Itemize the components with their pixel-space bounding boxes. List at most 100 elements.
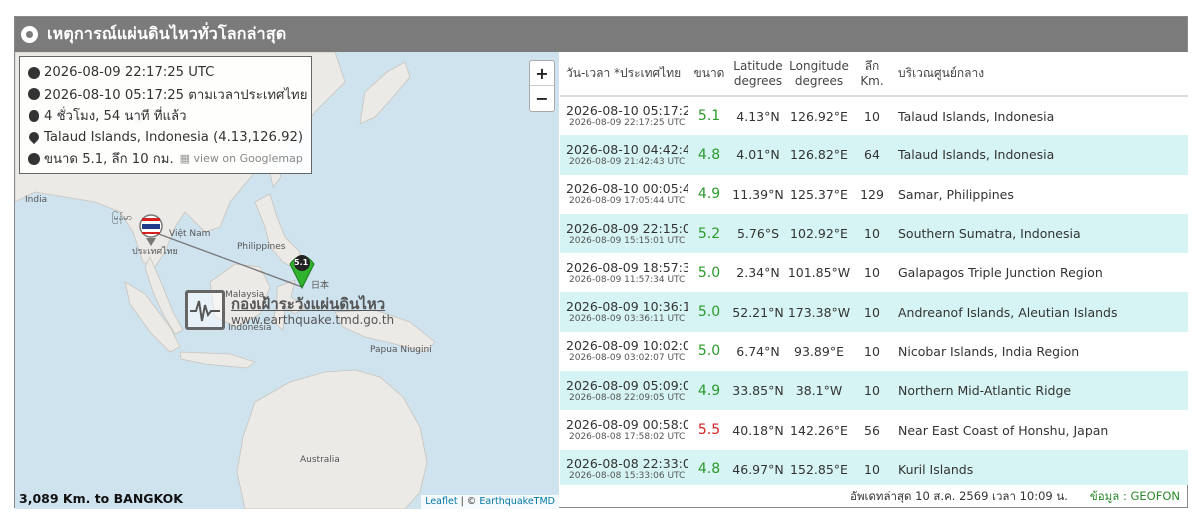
table-row[interactable]: 2026-08-09 05:09:05 2026-08-08 22:09:05 U…: [560, 371, 1188, 411]
table-row[interactable]: 2026-08-10 04:42:43 2026-08-09 21:42:43 U…: [560, 135, 1188, 175]
col-header-depth-line1: ลึก: [864, 58, 880, 73]
cell-time: 2026-08-09 10:36:11 2026-08-09 03:36:11 U…: [560, 292, 688, 332]
map-label-india: India: [25, 195, 48, 205]
cell-longitude: 38.1°W: [786, 371, 852, 411]
cell-region: Near East Coast of Honshu, Japan: [892, 410, 1188, 450]
cell-region: Talaud Islands, Indonesia: [892, 96, 1188, 136]
leaflet-link[interactable]: Leaflet: [425, 496, 457, 507]
info-location-row: Talaud Islands, Indonesia (4.13,126.92): [26, 127, 304, 149]
distance-to-bangkok: 3,089 Km. to BANGKOK: [19, 491, 183, 506]
table-row[interactable]: 2026-08-09 00:58:02 2026-08-08 17:58:02 U…: [560, 410, 1188, 450]
cell-region: Andreanof Islands, Aleutian Islands: [892, 292, 1188, 332]
cell-latitude: 33.85°N: [730, 371, 786, 411]
cell-longitude: 126.92°E: [786, 96, 852, 136]
panel-header: เหตุการณ์แผ่นดินไหวทั่วโลกล่าสุด: [15, 17, 1187, 52]
clock-icon: [28, 88, 40, 101]
cell-latitude: 46.97°N: [730, 449, 786, 485]
cell-longitude: 173.38°W: [786, 292, 852, 332]
cell-latitude: 40.18°N: [730, 410, 786, 450]
cell-latitude: 6.74°N: [730, 331, 786, 372]
cell-local-time: 2026-08-08 22:33:06: [566, 456, 688, 472]
cell-time: 2026-08-10 00:05:44 2026-08-09 17:05:44 U…: [560, 174, 688, 214]
col-header-lat: Latitude degrees: [730, 52, 786, 97]
panel-title: เหตุการณ์แผ่นดินไหวทั่วโลกล่าสุด: [47, 24, 287, 43]
map-label-vietnam: Việt Nam: [169, 229, 211, 239]
cell-latitude: 4.13°N: [730, 96, 786, 136]
info-location: Talaud Islands, Indonesia (4.13,126.92): [44, 129, 304, 145]
zoom-in-button[interactable]: +: [530, 61, 554, 86]
cell-magnitude: 5.2: [688, 213, 730, 254]
cell-region: Samar, Philippines: [892, 174, 1188, 214]
map-label-myanmar: မြန်မာ: [112, 213, 133, 223]
cell-magnitude: 5.5: [688, 410, 730, 450]
table-row[interactable]: 2026-08-09 10:36:11 2026-08-09 03:36:11 U…: [560, 292, 1188, 332]
cell-local-time: 2026-08-09 00:58:02: [566, 417, 688, 433]
cell-latitude: 2.34°N: [730, 253, 786, 293]
attribution-separator: | ©: [457, 496, 480, 507]
cell-utc-time: 2026-08-09 15:15:01 UTC: [569, 235, 686, 246]
data-source: ข้อมูล : GEOFON: [1089, 489, 1180, 503]
table-row[interactable]: 2026-08-09 10:02:07 2026-08-09 03:02:07 U…: [560, 331, 1188, 372]
cell-magnitude: 4.8: [688, 135, 730, 175]
zoom-out-button[interactable]: −: [530, 86, 554, 111]
cell-time: 2026-08-10 04:42:43 2026-08-09 21:42:43 U…: [560, 135, 688, 175]
cell-magnitude: 5.0: [688, 292, 730, 332]
cell-longitude: 126.82°E: [786, 135, 852, 175]
cell-depth: 10: [852, 213, 892, 254]
table-row[interactable]: 2026-08-10 00:05:44 2026-08-09 17:05:44 U…: [560, 174, 1188, 214]
cell-time: 2026-08-10 05:17:25 2026-08-09 22:17:25 U…: [560, 96, 688, 136]
table-header-row: วัน-เวลา *ประเทศไทย ขนาด Latitude degrees…: [560, 52, 1188, 97]
info-size-row: ขนาด 5.1, ลึก 10 กม. view on Googlemap: [28, 148, 303, 170]
cell-local-time: 2026-08-09 18:57:34: [566, 259, 688, 275]
cell-magnitude: 4.9: [688, 174, 730, 214]
cell-latitude: 52.21°N: [730, 292, 786, 332]
cell-utc-time: 2026-08-09 03:36:11 UTC: [569, 314, 686, 325]
cell-longitude: 125.37°E: [786, 174, 852, 214]
cell-depth: 129: [852, 174, 892, 214]
map-view[interactable]: 日本 中国 India မြန်မာ ประเทศไทย Việt Nam Ph…: [15, 52, 559, 509]
cell-local-time: 2026-08-10 00:05:44: [566, 181, 688, 197]
cell-longitude: 93.89°E: [786, 331, 852, 372]
cell-depth: 56: [852, 410, 892, 450]
cell-latitude: 4.01°N: [730, 135, 786, 175]
seismograph-logo-icon: [185, 290, 225, 330]
col-header-lat-line1: Latitude: [733, 58, 783, 73]
table-row[interactable]: 2026-08-08 22:33:06 2026-08-08 15:33:06 U…: [560, 449, 1188, 485]
zoom-control: + −: [529, 60, 555, 112]
cell-magnitude: 5.1: [688, 96, 730, 136]
earthquaketmd-link[interactable]: EarthquakeTMD: [479, 496, 555, 507]
cell-local-time: 2026-08-10 04:42:43: [566, 141, 688, 157]
quake-info-box: 2026-08-09 22:17:25 UTC 2026-08-10 05:17…: [19, 56, 312, 174]
quake-table-container[interactable]: วัน-เวลา *ประเทศไทย ขนาด Latitude degrees…: [560, 52, 1188, 485]
info-elapsed-row: 4 ชั่วโมง, 54 นาที ที่แล้ว: [28, 105, 303, 127]
col-header-time: วัน-เวลา *ประเทศไทย: [560, 52, 688, 97]
cell-longitude: 101.85°W: [786, 253, 852, 293]
col-header-depth: ลึก Km.: [852, 52, 892, 97]
cell-magnitude: 5.0: [688, 331, 730, 372]
cell-region: Talaud Islands, Indonesia: [892, 135, 1188, 175]
table-row[interactable]: 2026-08-09 18:57:34 2026-08-09 11:57:34 U…: [560, 253, 1188, 293]
cell-local-time: 2026-08-09 22:15:01: [566, 220, 688, 236]
cell-time: 2026-08-08 22:33:06 2026-08-08 15:33:06 U…: [560, 449, 688, 485]
cell-time: 2026-08-09 18:57:34 2026-08-09 11:57:34 U…: [560, 253, 688, 293]
info-utc-time: 2026-08-09 22:17:25 UTC: [44, 65, 215, 81]
cell-magnitude: 4.8: [688, 449, 730, 485]
record-icon: [21, 26, 38, 43]
clock-icon: [28, 66, 40, 79]
cell-depth: 10: [852, 331, 892, 372]
cell-depth: 10: [852, 449, 892, 485]
googlemap-link[interactable]: view on Googlemap: [180, 152, 303, 165]
cell-local-time: 2026-08-10 05:17:25: [566, 103, 688, 119]
last-updated: อัพเดทล่าสุด 10 ส.ค. 2569 เวลา 10:09 น.: [850, 489, 1068, 503]
cell-region: Kuril Islands: [892, 449, 1188, 485]
cell-magnitude: 4.9: [688, 371, 730, 411]
table-row[interactable]: 2026-08-10 05:17:25 2026-08-09 22:17:25 U…: [560, 96, 1188, 136]
cell-depth: 10: [852, 371, 892, 411]
cell-utc-time: 2026-08-09 11:57:34 UTC: [569, 274, 686, 285]
col-header-lon: Longitude degrees: [786, 52, 852, 97]
cell-magnitude: 5.0: [688, 253, 730, 293]
info-thai-time: 2026-08-10 05:17:25 ตามเวลาประเทศไทย: [44, 87, 308, 103]
cell-latitude: 11.39°N: [730, 174, 786, 214]
cell-local-time: 2026-08-09 10:36:11: [566, 299, 688, 315]
table-row[interactable]: 2026-08-09 22:15:01 2026-08-09 15:15:01 U…: [560, 213, 1188, 254]
